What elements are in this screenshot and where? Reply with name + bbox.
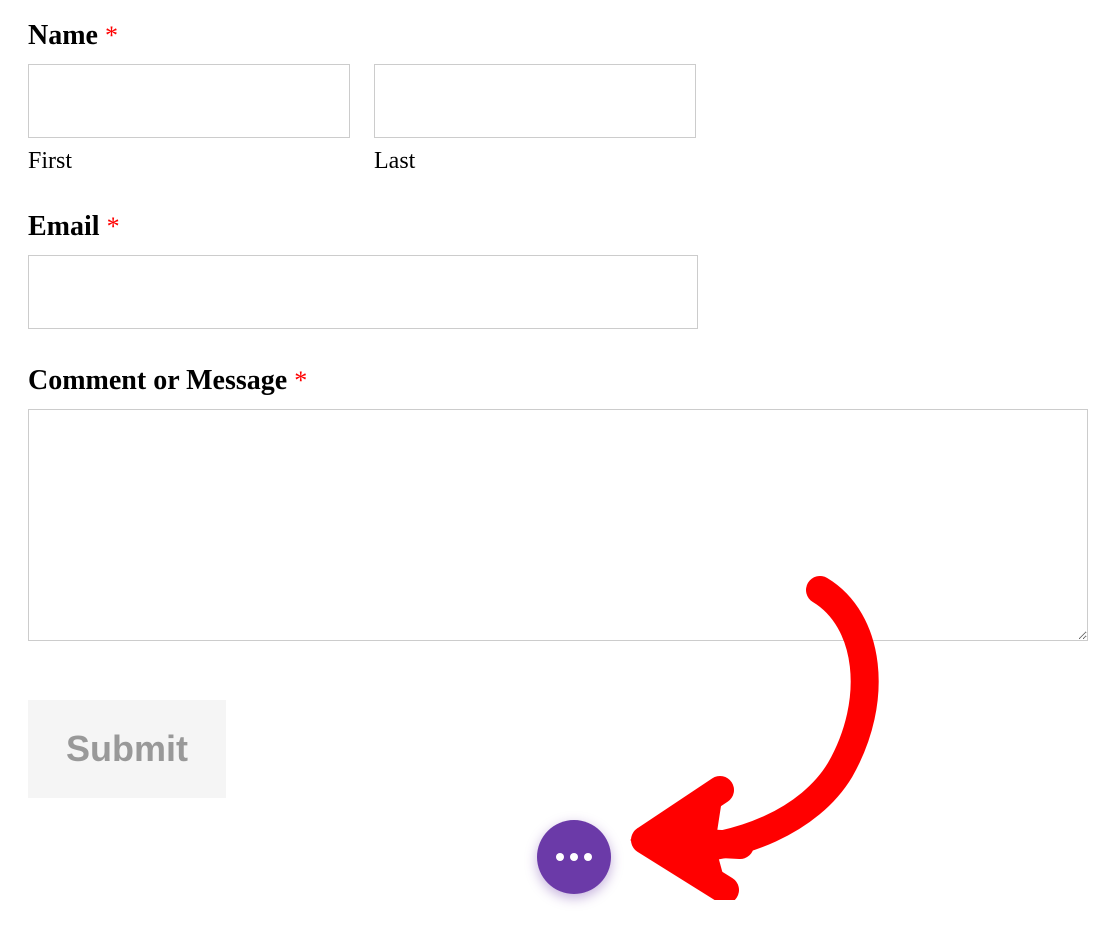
name-label-text: Name xyxy=(28,20,98,51)
required-marker: * xyxy=(294,366,307,395)
first-name-input[interactable] xyxy=(28,64,350,138)
required-marker: * xyxy=(105,21,118,50)
email-field-group: Email * xyxy=(28,211,1088,329)
email-input[interactable] xyxy=(28,255,698,329)
more-horizontal-icon xyxy=(556,853,592,861)
comment-field-group: Comment or Message * xyxy=(28,365,1088,646)
last-name-sublabel: Last xyxy=(374,148,696,175)
name-label: Name * xyxy=(28,20,1088,52)
last-name-input[interactable] xyxy=(374,64,696,138)
comment-label-text: Comment or Message xyxy=(28,365,287,396)
first-name-sublabel: First xyxy=(28,148,350,175)
comment-label: Comment or Message * xyxy=(28,365,1088,397)
name-row: First Last xyxy=(28,64,1088,175)
comment-textarea[interactable] xyxy=(28,409,1088,641)
submit-button[interactable]: Submit xyxy=(28,700,226,798)
fab-more-button[interactable] xyxy=(537,820,611,894)
contact-form: Name * First Last Email * Comment or Mes… xyxy=(0,0,1116,818)
last-name-col: Last xyxy=(374,64,696,175)
email-label: Email * xyxy=(28,211,1088,243)
first-name-col: First xyxy=(28,64,350,175)
required-marker: * xyxy=(107,212,120,241)
name-field-group: Name * First Last xyxy=(28,20,1088,175)
email-label-text: Email xyxy=(28,211,100,242)
